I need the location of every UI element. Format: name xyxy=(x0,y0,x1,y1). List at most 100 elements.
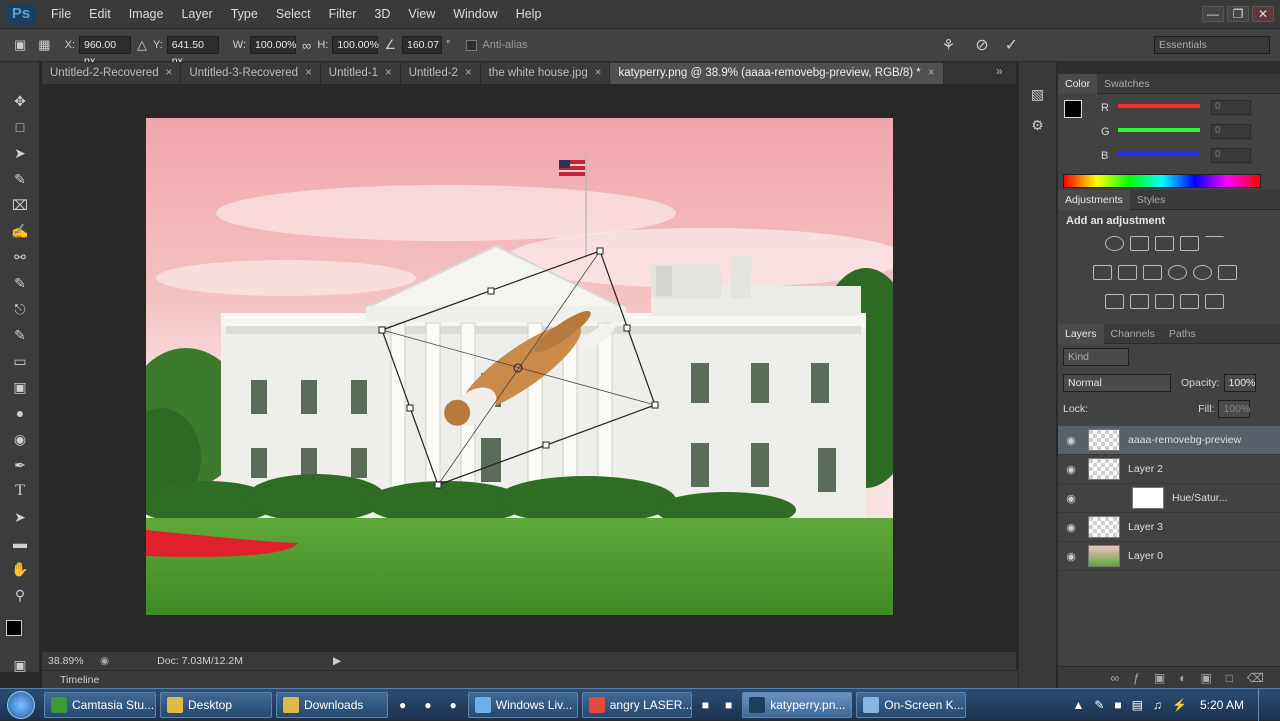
taskbar-button[interactable]: Downloads xyxy=(276,691,388,718)
taskbar-button[interactable]: katyperry.pn... xyxy=(742,691,853,718)
eye-icon[interactable]: ◉ xyxy=(1058,521,1084,534)
minimize-icon[interactable]: — xyxy=(1202,6,1224,22)
vibrance-icon[interactable] xyxy=(1205,236,1224,251)
status-info-icon[interactable]: ◉ xyxy=(100,655,109,667)
new-layer-icon[interactable]: □ xyxy=(1226,671,1233,685)
tray-pen-icon[interactable]: ✎ xyxy=(1094,698,1104,712)
layer-row[interactable]: ◉ Hue/Satur... xyxy=(1058,484,1280,513)
tab-document[interactable]: the white house.jpg × xyxy=(480,63,611,84)
windows-orb-icon[interactable] xyxy=(7,690,35,719)
timeline-label[interactable]: Timeline xyxy=(60,674,99,686)
tray-app-icon[interactable]: ■ xyxy=(1114,698,1121,712)
posterize-icon[interactable] xyxy=(1130,294,1149,309)
crop-tool-icon[interactable]: ⌧ xyxy=(0,192,40,218)
channel-mixer-icon[interactable] xyxy=(1193,265,1212,280)
layer-style-icon[interactable]: ƒ xyxy=(1133,671,1140,685)
marquee-tool-icon[interactable]: □ xyxy=(0,114,40,140)
reference-point-icon[interactable]: ▦ xyxy=(38,37,50,53)
color-balance-icon[interactable] xyxy=(1118,265,1137,280)
menu-select[interactable]: Select xyxy=(267,0,320,28)
brush-tool-icon[interactable]: ✎ xyxy=(0,270,40,296)
color-foreground-swatch[interactable] xyxy=(1064,100,1082,118)
green-value[interactable]: 0 xyxy=(1211,124,1251,139)
zoom-tool-icon[interactable]: ⚲ xyxy=(0,582,40,608)
tab-document[interactable]: Untitled-2-Recovered × xyxy=(42,63,182,84)
threshold-icon[interactable] xyxy=(1155,294,1174,309)
angle-field[interactable]: 160.07 xyxy=(401,36,442,54)
curves-icon[interactable] xyxy=(1155,236,1174,251)
volume-icon[interactable]: ♫ xyxy=(1153,698,1162,712)
red-value[interactable]: 0 xyxy=(1211,100,1251,115)
tab-paths[interactable]: Paths xyxy=(1162,324,1203,344)
tray-arrow-icon[interactable]: ▲ xyxy=(1072,698,1084,712)
delta-icon[interactable]: △ xyxy=(137,37,147,53)
clone-stamp-icon[interactable]: ⎋ xyxy=(0,296,40,322)
tab-document[interactable]: Untitled-1 × xyxy=(320,63,401,84)
tab-close-icon[interactable]: × xyxy=(465,67,472,79)
tab-close-icon[interactable]: × xyxy=(595,67,602,79)
link-icon[interactable]: ∞ xyxy=(302,38,311,53)
tab-channels[interactable]: Channels xyxy=(1104,324,1162,344)
black-white-icon[interactable] xyxy=(1143,265,1162,280)
history-panel-icon[interactable]: ▧ xyxy=(1019,86,1056,103)
layer-kind-filter[interactable]: Kind xyxy=(1063,348,1129,366)
close-icon[interactable]: ✕ xyxy=(1252,6,1274,22)
eye-icon[interactable]: ◉ xyxy=(1058,492,1084,505)
menu-window[interactable]: Window xyxy=(444,0,506,28)
menu-file[interactable]: File xyxy=(42,0,80,28)
color-spectrum[interactable] xyxy=(1063,174,1261,188)
start-button[interactable] xyxy=(0,689,42,721)
blur-tool-icon[interactable]: ● xyxy=(0,400,40,426)
color-lookup-icon[interactable] xyxy=(1218,265,1237,280)
hand-tool-icon[interactable]: ✋ xyxy=(0,556,40,582)
type-tool-icon[interactable]: T xyxy=(0,478,40,504)
shape-tool-icon[interactable]: ▬ xyxy=(0,530,40,556)
fill-field[interactable]: 100% xyxy=(1218,400,1251,418)
layer-row[interactable]: ◉ Layer 3 xyxy=(1058,513,1280,542)
delete-layer-icon[interactable]: ⌫ xyxy=(1247,671,1264,685)
taskbar-button[interactable]: Windows Liv... xyxy=(467,691,578,718)
dodge-tool-icon[interactable]: ◉ xyxy=(0,426,40,452)
show-desktop-button[interactable] xyxy=(1258,688,1268,721)
network-icon[interactable]: ▤ xyxy=(1132,698,1143,712)
eraser-tool-icon[interactable]: ▭ xyxy=(0,348,40,374)
taskbar-button[interactable]: Camtasia Stu... xyxy=(44,691,156,718)
taskbar-button[interactable]: On-Screen K... xyxy=(856,691,967,718)
path-select-tool-icon[interactable]: ➤ xyxy=(0,504,40,530)
quick-mask-icon[interactable]: ▣ xyxy=(0,652,40,678)
pinned-app-icon[interactable]: ■ xyxy=(725,698,732,712)
tab-close-icon[interactable]: × xyxy=(166,67,173,79)
layer-name[interactable]: Layer 3 xyxy=(1128,521,1163,533)
move-tool-icon[interactable]: ✥ xyxy=(0,88,40,114)
firefox-icon[interactable]: ● xyxy=(424,698,431,712)
new-group-icon[interactable]: ▣ xyxy=(1200,671,1211,685)
power-icon[interactable]: ⚡ xyxy=(1172,698,1187,712)
clock[interactable]: 5:20 AM xyxy=(1200,698,1244,712)
antialias-checkbox[interactable] xyxy=(466,39,478,51)
gradient-tool-icon[interactable]: ▣ xyxy=(0,374,40,400)
properties-panel-icon[interactable]: ⚙ xyxy=(1019,117,1056,134)
blend-mode-select[interactable]: Normal xyxy=(1063,374,1171,392)
red-slider[interactable]: R 0 xyxy=(1098,100,1251,126)
levels-icon[interactable] xyxy=(1130,236,1149,251)
taskbar-button[interactable]: Desktop xyxy=(160,691,272,718)
tab-document[interactable]: Untitled-3-Recovered × xyxy=(181,63,321,84)
layer-name[interactable]: aaaa-removebg-preview xyxy=(1128,434,1241,446)
menu-layer[interactable]: Layer xyxy=(172,0,221,28)
photo-filter-icon[interactable] xyxy=(1168,265,1187,280)
commit-transform-icon[interactable]: ✓ xyxy=(1005,35,1018,55)
height-field[interactable]: 100.00% xyxy=(332,36,379,54)
tab-close-icon[interactable]: × xyxy=(385,67,392,79)
tab-close-icon[interactable]: × xyxy=(305,67,312,79)
layer-name[interactable]: Layer 2 xyxy=(1128,463,1163,475)
lasso-tool-icon[interactable]: ➤ xyxy=(0,140,40,166)
pen-tool-icon[interactable]: ✒ xyxy=(0,452,40,478)
menu-view[interactable]: View xyxy=(399,0,444,28)
tab-document[interactable]: Untitled-2 × xyxy=(400,63,481,84)
layer-name[interactable]: Layer 0 xyxy=(1128,550,1163,562)
quick-select-tool-icon[interactable]: ✎ xyxy=(0,166,40,192)
warp-icon[interactable]: ⚘ xyxy=(942,36,955,54)
layer-row[interactable]: ◉ aaaa-removebg-preview xyxy=(1058,426,1280,455)
hue-saturation-icon[interactable] xyxy=(1093,265,1112,280)
new-adjustment-icon[interactable]: ◐ xyxy=(1179,671,1186,685)
